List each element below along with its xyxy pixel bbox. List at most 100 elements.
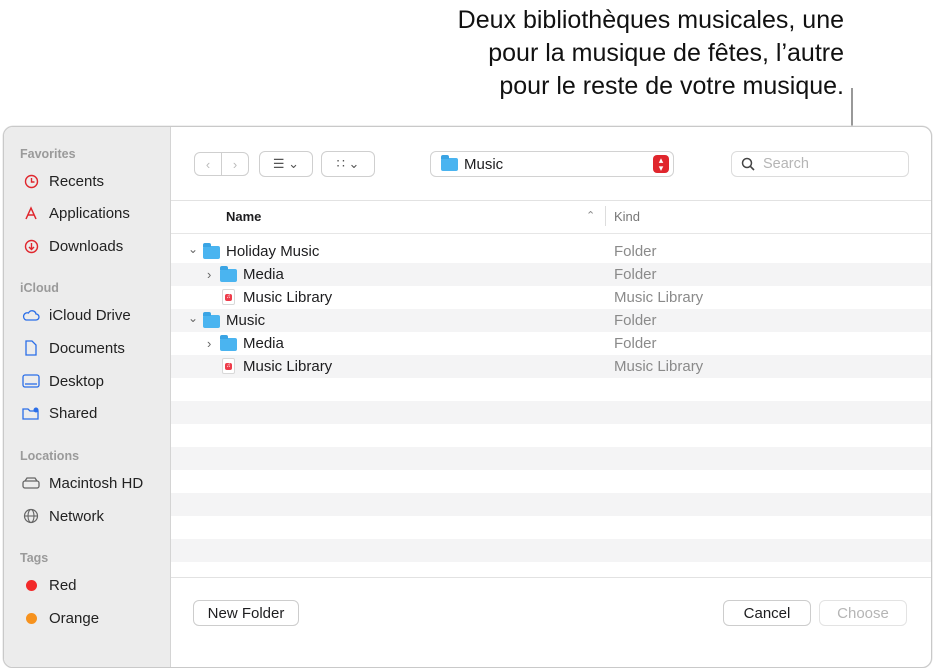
locations-heading: Locations [20, 449, 80, 463]
search-icon [741, 157, 755, 171]
globe-icon [22, 507, 40, 525]
sidebar-item-label: Documents [49, 339, 125, 357]
row-name: Music Library [243, 358, 333, 375]
sidebar-item-downloads[interactable]: Downloads [22, 234, 123, 258]
chevron-left-icon: ‹ [205, 156, 211, 172]
cancel-button[interactable]: Cancel [723, 600, 811, 626]
file-browser: ‹ › ☰ ⌄ ∷ ⌄ Music ▴ ▾ Search Name ⌃ Kind… [171, 127, 931, 667]
sidebar-item-label: Recents [49, 172, 105, 190]
disk-icon [22, 474, 40, 492]
empty-row [171, 424, 931, 447]
clock-icon [22, 172, 40, 190]
sidebar-item-label: Orange [49, 609, 100, 627]
empty-row [171, 401, 931, 424]
list-icon: ☰ ⌄ [272, 156, 300, 171]
chevron-right-icon: › [207, 336, 212, 351]
name-column-header[interactable]: Name [226, 209, 261, 224]
table-row[interactable]: ⌄ Music Folder [171, 309, 931, 332]
sidebar-item-label: Red [49, 576, 77, 594]
applications-icon [22, 204, 40, 222]
tags-heading: Tags [20, 551, 49, 565]
toolbar: ‹ › ☰ ⌄ ∷ ⌄ Music ▴ ▾ Search [171, 127, 931, 201]
sidebar-item-desktop[interactable]: Desktop [22, 369, 104, 393]
table-row[interactable]: ♫ Music Library Music Library [171, 286, 931, 309]
empty-row [171, 539, 931, 562]
column-divider [605, 206, 606, 226]
document-icon [22, 339, 40, 357]
kind-column-header[interactable]: Kind [614, 209, 640, 224]
chevron-down-icon: ⌄ [188, 311, 199, 325]
sidebar-item-icloud-drive[interactable]: iCloud Drive [22, 303, 131, 327]
sidebar-item-tag-red[interactable]: Red [22, 573, 77, 597]
sidebar-item-label: Applications [49, 204, 130, 222]
column-header: Name ⌃ Kind [171, 201, 931, 234]
sidebar-item-label: Desktop [49, 372, 105, 390]
list-view-button[interactable]: ☰ ⌄ [259, 151, 313, 177]
table-row[interactable]: ⌄ Holiday Music Folder [171, 240, 931, 263]
sidebar-item-label: iCloud Drive [49, 306, 131, 324]
sidebar-item-label: Downloads [49, 237, 124, 255]
row-kind: Folder [614, 243, 657, 260]
folder-icon [203, 243, 220, 259]
chevron-down-icon: ⌄ [188, 242, 199, 256]
table-row[interactable]: › Media Folder [171, 332, 931, 355]
row-kind: Music Library [614, 358, 704, 375]
icloud-heading: iCloud [20, 281, 59, 295]
sidebar-item-documents[interactable]: Documents [22, 336, 125, 360]
shared-folder-icon [22, 404, 40, 422]
search-field[interactable]: Search [731, 151, 909, 177]
sidebar-item-network[interactable]: Network [22, 504, 104, 528]
empty-row [171, 493, 931, 516]
location-popup[interactable]: Music ▴ ▾ [430, 151, 674, 177]
row-kind: Folder [614, 335, 657, 352]
sidebar: Favorites Recents Applications Downloads… [4, 127, 171, 667]
chevron-right-icon: › [232, 156, 238, 172]
empty-row [171, 470, 931, 493]
sort-chevron-up-icon: ⌃ [586, 210, 596, 222]
sidebar-item-recents[interactable]: Recents [22, 169, 104, 193]
chevron-right-icon: › [207, 267, 212, 282]
forward-button[interactable]: › [221, 152, 249, 176]
folder-icon [220, 266, 237, 282]
row-name: Music Library [243, 289, 333, 306]
table-row[interactable]: › Media Folder [171, 263, 931, 286]
empty-row [171, 516, 931, 539]
search-placeholder: Search [763, 156, 809, 172]
cloud-icon [22, 306, 40, 324]
orange-tag-icon [22, 609, 40, 627]
sidebar-item-tag-orange[interactable]: Orange [22, 606, 99, 630]
row-name: Music [226, 312, 266, 329]
open-dialog-window: Favorites Recents Applications Downloads… [3, 126, 932, 668]
sidebar-item-applications[interactable]: Applications [22, 201, 130, 225]
back-button[interactable]: ‹ [194, 152, 222, 176]
favorites-heading: Favorites [20, 147, 76, 161]
sidebar-item-macintosh-hd[interactable]: Macintosh HD [22, 471, 143, 495]
desktop-icon [22, 372, 40, 390]
grid-icon: ∷ ⌄ [336, 156, 360, 171]
empty-row [171, 447, 931, 470]
folder-icon [203, 312, 220, 328]
dialog-footer: New Folder Cancel Choose [171, 577, 931, 648]
row-kind: Folder [614, 312, 657, 329]
new-folder-button[interactable]: New Folder [193, 600, 299, 626]
sidebar-item-label: Macintosh HD [49, 474, 144, 492]
folder-icon [220, 335, 237, 351]
popup-arrows-icon: ▴ ▾ [653, 155, 669, 173]
folder-icon [441, 154, 458, 171]
sidebar-item-shared[interactable]: Shared [22, 401, 97, 425]
row-name: Holiday Music [226, 243, 320, 260]
red-tag-icon [22, 576, 40, 594]
row-name: Media [243, 335, 284, 352]
music-library-icon: ♫ [222, 289, 235, 305]
group-view-button[interactable]: ∷ ⌄ [321, 151, 375, 177]
empty-row [171, 378, 931, 401]
sidebar-item-label: Network [49, 507, 105, 525]
row-kind: Folder [614, 266, 657, 283]
row-kind: Music Library [614, 289, 704, 306]
sidebar-item-label: Shared [49, 404, 98, 422]
row-name: Media [243, 266, 284, 283]
download-icon [22, 237, 40, 255]
choose-button[interactable]: Choose [819, 600, 907, 626]
music-library-icon: ♫ [222, 358, 235, 374]
table-row[interactable]: ♫ Music Library Music Library [171, 355, 931, 378]
